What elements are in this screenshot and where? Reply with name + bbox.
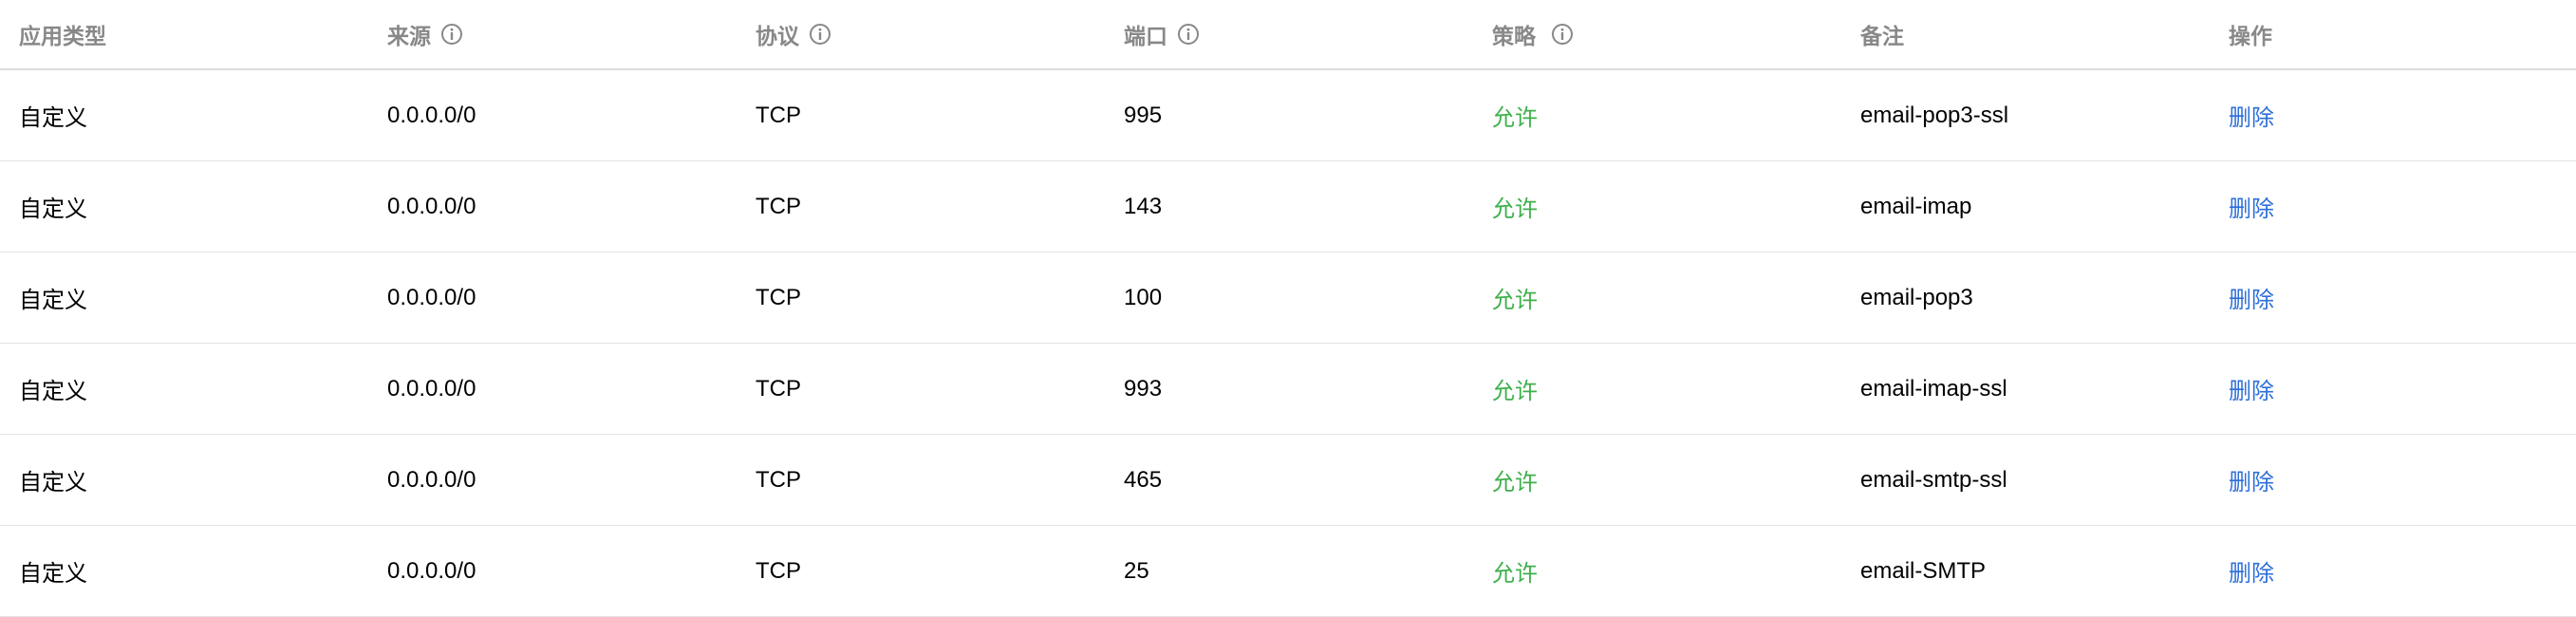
table-row: 自定义 0.0.0.0/0 TCP 465 允许 email-smtp-ssl … xyxy=(0,435,2576,526)
security-rules-table: 应用类型 来源 协议 端口 策略 备注 操作 自定义 0.0.0.0/0 TCP… xyxy=(0,0,2576,617)
column-header-label: 备注 xyxy=(1860,24,1904,48)
column-header-source: 来源 xyxy=(368,18,737,50)
delete-button[interactable]: 删除 xyxy=(2229,554,2274,588)
column-header-label: 端口 xyxy=(1124,24,1167,48)
cell-app-type: 自定义 xyxy=(19,470,87,495)
table-row: 自定义 0.0.0.0/0 TCP 995 允许 email-pop3-ssl … xyxy=(0,70,2576,161)
cell-action: 删除 xyxy=(2210,281,2576,314)
cell-port: 465 xyxy=(1124,466,1163,493)
cell-source: 0.0.0.0/0 xyxy=(387,466,476,493)
column-header-label: 协议 xyxy=(756,24,799,48)
info-circle-icon[interactable] xyxy=(1551,23,1574,46)
delete-button[interactable]: 删除 xyxy=(2229,99,2274,132)
table-row: 自定义 0.0.0.0/0 TCP 993 允许 email-imap-ssl … xyxy=(0,344,2576,435)
delete-button[interactable]: 删除 xyxy=(2229,190,2274,223)
cell-source: 0.0.0.0/0 xyxy=(387,102,476,128)
cell-source: 0.0.0.0/0 xyxy=(387,557,476,584)
cell-port: 995 xyxy=(1124,102,1163,128)
cell-source: 0.0.0.0/0 xyxy=(387,284,476,310)
cell-action: 删除 xyxy=(2210,99,2576,132)
table-row: 自定义 0.0.0.0/0 TCP 100 允许 email-pop3 删除 xyxy=(0,252,2576,344)
column-header-remark: 备注 xyxy=(1841,18,2210,50)
cell-port: 143 xyxy=(1124,193,1163,219)
column-header-label: 来源 xyxy=(387,24,431,48)
column-header-policy: 策略 xyxy=(1473,18,1841,50)
cell-port: 25 xyxy=(1124,557,1149,584)
cell-policy: 允许 xyxy=(1492,470,1538,495)
cell-protocol: TCP xyxy=(756,102,801,128)
cell-action: 删除 xyxy=(2210,554,2576,588)
cell-remark: email-imap-ssl xyxy=(1860,375,2007,402)
table-row: 自定义 0.0.0.0/0 TCP 25 允许 email-SMTP 删除 xyxy=(0,526,2576,617)
cell-policy: 允许 xyxy=(1492,288,1538,313)
table-row: 自定义 0.0.0.0/0 TCP 143 允许 email-imap 删除 xyxy=(0,161,2576,252)
column-header-app-type: 应用类型 xyxy=(0,18,368,50)
cell-source: 0.0.0.0/0 xyxy=(387,375,476,402)
delete-button[interactable]: 删除 xyxy=(2229,463,2274,496)
cell-protocol: TCP xyxy=(756,284,801,310)
cell-app-type: 自定义 xyxy=(19,105,87,131)
cell-protocol: TCP xyxy=(756,375,801,402)
cell-policy: 允许 xyxy=(1492,561,1538,587)
cell-policy: 允许 xyxy=(1492,379,1538,404)
column-header-port: 端口 xyxy=(1105,18,1473,50)
column-header-protocol: 协议 xyxy=(737,18,1105,50)
cell-action: 删除 xyxy=(2210,463,2576,496)
cell-policy: 允许 xyxy=(1492,105,1538,131)
cell-remark: email-pop3-ssl xyxy=(1860,102,2009,128)
info-circle-icon[interactable] xyxy=(440,23,463,46)
cell-protocol: TCP xyxy=(756,557,801,584)
cell-remark: email-imap xyxy=(1860,193,1972,219)
cell-source: 0.0.0.0/0 xyxy=(387,193,476,219)
cell-app-type: 自定义 xyxy=(19,288,87,313)
cell-action: 删除 xyxy=(2210,372,2576,405)
delete-button[interactable]: 删除 xyxy=(2229,281,2274,314)
cell-remark: email-pop3 xyxy=(1860,284,1973,310)
cell-protocol: TCP xyxy=(756,466,801,493)
column-header-label: 策略 xyxy=(1492,24,1536,48)
cell-port: 100 xyxy=(1124,284,1163,310)
cell-app-type: 自定义 xyxy=(19,196,87,222)
cell-protocol: TCP xyxy=(756,193,801,219)
info-circle-icon[interactable] xyxy=(809,23,831,46)
cell-port: 993 xyxy=(1124,375,1163,402)
info-circle-icon[interactable] xyxy=(1177,23,1200,46)
cell-app-type: 自定义 xyxy=(19,561,87,587)
cell-policy: 允许 xyxy=(1492,196,1538,222)
cell-remark: email-smtp-ssl xyxy=(1860,466,2007,493)
cell-app-type: 自定义 xyxy=(19,379,87,404)
table-header: 应用类型 来源 协议 端口 策略 备注 操作 xyxy=(0,0,2576,70)
delete-button[interactable]: 删除 xyxy=(2229,372,2274,405)
column-header-label: 应用类型 xyxy=(19,24,106,48)
column-header-label: 操作 xyxy=(2229,24,2272,48)
column-header-action: 操作 xyxy=(2210,18,2576,50)
cell-action: 删除 xyxy=(2210,190,2576,223)
cell-remark: email-SMTP xyxy=(1860,557,1987,584)
